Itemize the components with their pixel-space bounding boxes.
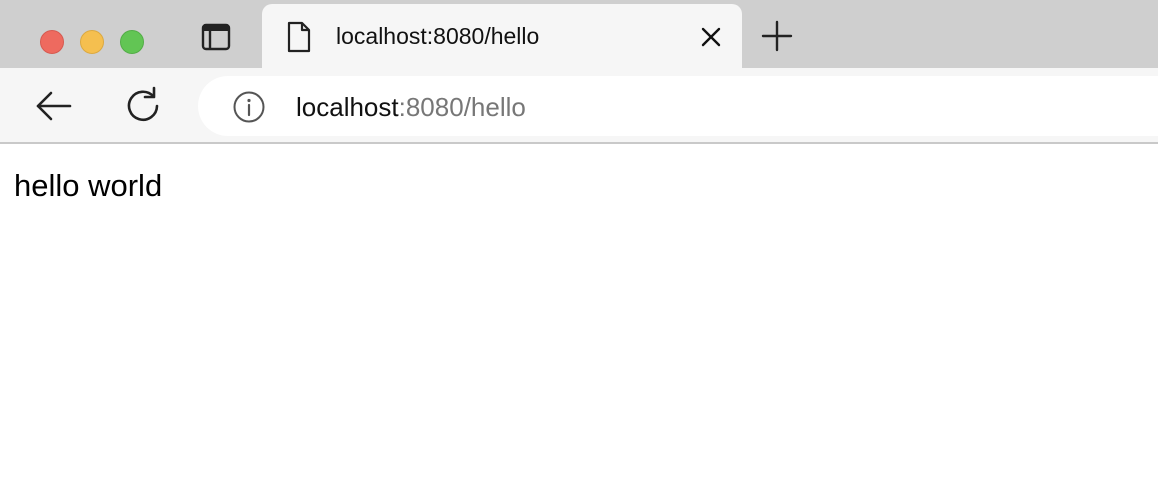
- window-close-button[interactable]: [40, 30, 64, 54]
- address-bar[interactable]: localhost:8080/hello: [198, 76, 1158, 136]
- window-minimize-button[interactable]: [80, 30, 104, 54]
- tab-bar: localhost:8080/hello: [0, 0, 1158, 68]
- address-url[interactable]: localhost:8080/hello: [296, 92, 526, 123]
- reload-icon[interactable]: [122, 84, 164, 126]
- close-icon[interactable]: [698, 24, 724, 50]
- document-icon: [286, 20, 312, 54]
- address-host: localhost: [296, 92, 399, 122]
- address-path: :8080/hello: [398, 92, 526, 122]
- new-tab-plus-icon[interactable]: [760, 19, 794, 53]
- info-icon[interactable]: [232, 90, 266, 124]
- back-arrow-icon[interactable]: [32, 86, 76, 126]
- tab-title: localhost:8080/hello: [336, 23, 540, 49]
- browser-toolbar: localhost:8080/hello: [0, 68, 1158, 144]
- tab-active[interactable]: localhost:8080/hello: [262, 4, 742, 68]
- page-body-text: hello world: [14, 168, 163, 203]
- sidebar-toggle-icon[interactable]: [200, 22, 232, 52]
- window-maximize-button[interactable]: [120, 30, 144, 54]
